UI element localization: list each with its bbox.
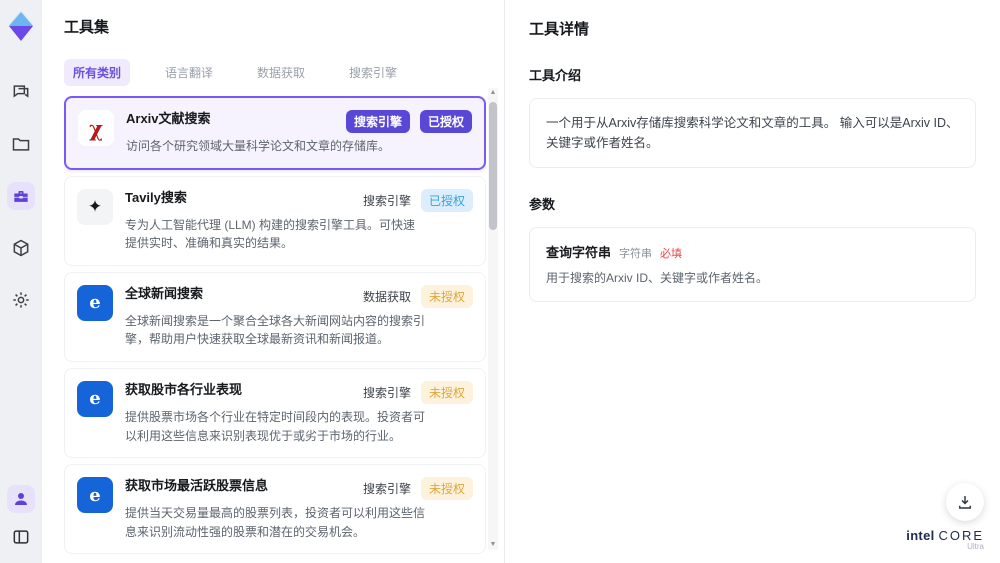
nav-collapse-panel-icon[interactable] bbox=[7, 523, 35, 551]
left-nav-rail bbox=[0, 0, 42, 563]
scroll-down-icon[interactable]: ▼ bbox=[490, 540, 497, 550]
category-tabs: 所有类别 语言翻译 数据获取 搜索引擎 bbox=[64, 59, 504, 86]
finance-app-icon: e bbox=[77, 380, 113, 417]
tool-description: 提供股票市场各个行业在特定时间段内的表现。投资者可以利用这些信息来识别表现优于或… bbox=[125, 409, 426, 443]
tool-card-arxiv[interactable]: χ Arxiv文献搜索 搜索引擎 已授权 访问各个研究领域大量科学论文和文章的存… bbox=[64, 96, 486, 170]
auth-status-badge: 已授权 bbox=[419, 110, 472, 133]
brand-ultra: Ultra bbox=[967, 542, 984, 551]
tool-intro-text: 一个用于从Arxiv存储库搜索科学论文和文章的工具。 输入可以是Arxiv ID… bbox=[529, 98, 976, 168]
auth-status-badge: 未授权 bbox=[420, 284, 473, 308]
category-label: 搜索引擎 bbox=[362, 385, 411, 400]
tool-name: 获取股市各行业表现 bbox=[125, 381, 243, 397]
tool-card-tavily[interactable]: ✦ Tavily搜索 搜索引擎 已授权 专为人工智能代理 (LLM) 构建的搜索… bbox=[64, 175, 486, 266]
nav-packages-icon[interactable] bbox=[7, 234, 35, 262]
download-button[interactable] bbox=[946, 483, 984, 521]
scroll-up-icon[interactable]: ▲ bbox=[490, 88, 497, 98]
category-label: 数据获取 bbox=[362, 289, 411, 304]
scrollbar-thumb[interactable] bbox=[489, 102, 497, 230]
auth-status-badge: 未授权 bbox=[420, 380, 473, 404]
parameter-card: 查询字符串 字符串 必填 用于搜索的Arxiv ID、关键字或作者姓名。 bbox=[529, 227, 976, 302]
app-logo-icon[interactable] bbox=[6, 10, 36, 44]
param-required-flag: 必填 bbox=[660, 248, 683, 260]
page-title: 工具集 bbox=[64, 19, 110, 36]
tool-list-panel: 工具集 所有类别 语言翻译 数据获取 搜索引擎 χ Arxiv文献搜索 搜索引擎… bbox=[42, 0, 504, 563]
nav-tools-icon-active[interactable] bbox=[7, 182, 35, 210]
tool-card-most-active-stocks[interactable]: e 获取市场最活跃股票信息 搜索引擎 未授权 提供当天交易量最高的股票列表，投资… bbox=[64, 464, 486, 555]
chat-icon bbox=[13, 85, 29, 98]
news-app-icon: e bbox=[77, 284, 113, 321]
category-badge: 搜索引擎 bbox=[345, 110, 410, 133]
param-type: 字符串 bbox=[619, 248, 653, 260]
download-icon bbox=[959, 496, 971, 509]
folder-icon bbox=[12, 138, 30, 151]
user-avatar-icon bbox=[15, 493, 27, 505]
tab-search-engine[interactable]: 搜索引擎 bbox=[340, 59, 406, 86]
list-scrollbar[interactable]: ▲ ▼ bbox=[488, 88, 498, 550]
brand-core: CORE bbox=[938, 528, 984, 543]
tool-description: 全球新闻搜索是一个聚合全球各大新闻网站内容的搜索引擎，帮助用户快速获取全球最新资… bbox=[125, 313, 426, 347]
tool-name: 全球新闻搜索 bbox=[125, 285, 204, 301]
nav-chat-icon[interactable] bbox=[7, 78, 35, 106]
tool-name: Arxiv文献搜索 bbox=[126, 111, 211, 126]
tab-all-categories[interactable]: 所有类别 bbox=[64, 59, 131, 86]
app-window: 工具集 所有类别 语言翻译 数据获取 搜索引擎 χ Arxiv文献搜索 搜索引擎… bbox=[0, 0, 1000, 563]
arxiv-logo-icon: χ bbox=[78, 110, 114, 146]
category-label: 搜索引擎 bbox=[362, 193, 411, 208]
cube-icon bbox=[13, 239, 29, 257]
tool-detail-panel: 工具详情 工具介绍 一个用于从Arxiv存储库搜索科学论文和文章的工具。 输入可… bbox=[504, 0, 1000, 563]
nav-settings-icon[interactable] bbox=[7, 286, 35, 314]
tool-card-sector-performance[interactable]: e 获取股市各行业表现 搜索引擎 未授权 提供股票市场各个行业在特定时间段内的表… bbox=[64, 367, 486, 459]
param-name: 查询字符串 bbox=[546, 245, 612, 260]
brand-intel: intel bbox=[906, 528, 935, 543]
category-label: 搜索引擎 bbox=[362, 482, 411, 497]
tool-name: Tavily搜索 bbox=[125, 189, 187, 205]
tool-description: 访问各个研究领域大量科学论文和文章的存储库。 bbox=[126, 139, 391, 153]
sparkle-icon: ✦ bbox=[77, 188, 113, 225]
tab-language-translation[interactable]: 语言翻译 bbox=[156, 59, 222, 86]
gear-icon bbox=[13, 292, 29, 308]
panel-layout-icon bbox=[13, 530, 29, 544]
nav-user-icon[interactable] bbox=[7, 485, 35, 513]
intro-heading: 工具介绍 bbox=[529, 68, 582, 83]
auth-status-badge: 已授权 bbox=[420, 188, 473, 212]
tool-name: 获取市场最活跃股票信息 bbox=[125, 478, 269, 494]
detail-title: 工具详情 bbox=[529, 21, 590, 38]
intel-core-logo: intel CORE Ultra bbox=[906, 528, 984, 551]
toolbox-icon bbox=[14, 191, 28, 202]
params-heading: 参数 bbox=[529, 197, 556, 212]
auth-status-badge: 未授权 bbox=[420, 477, 473, 501]
tool-description: 提供当天交易量最高的股票列表，投资者可以利用这些信息来识别流动性强的股票和潜在的… bbox=[125, 506, 426, 539]
tool-card-global-news[interactable]: e 全球新闻搜索 数据获取 未授权 全球新闻搜索是一个聚合全球各大新闻网站内容的… bbox=[64, 271, 486, 362]
logo-top-facet bbox=[9, 12, 33, 26]
tool-description: 专为人工智能代理 (LLM) 构建的搜索引擎工具。可快速提供实时、准确和真实的结… bbox=[125, 217, 416, 251]
finance-app-icon: e bbox=[77, 477, 113, 514]
tab-data-acquisition[interactable]: 数据获取 bbox=[248, 59, 314, 86]
param-description: 用于搜索的Arxiv ID、关键字或作者姓名。 bbox=[546, 271, 769, 285]
tool-list: χ Arxiv文献搜索 搜索引擎 已授权 访问各个研究领域大量科学论文和文章的存… bbox=[64, 96, 486, 558]
nav-files-icon[interactable] bbox=[7, 130, 35, 158]
logo-bottom-facet bbox=[9, 26, 33, 41]
